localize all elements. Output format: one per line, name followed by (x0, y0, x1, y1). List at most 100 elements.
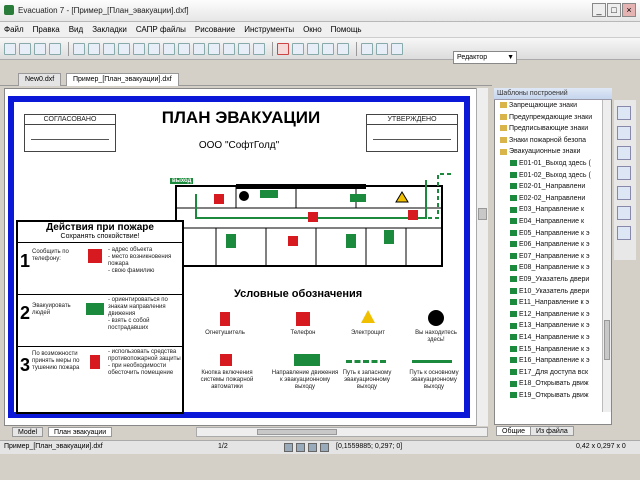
sign-icon (510, 276, 517, 283)
zoom-in-icon[interactable] (73, 42, 85, 55)
template-label: E17_Для доступа вск (519, 368, 589, 376)
template-item[interactable]: E02-01_Направлени (510, 183, 585, 190)
template-item[interactable]: E01-02_Выход здесь ( (510, 172, 591, 179)
rotate-icon[interactable] (148, 42, 160, 55)
template-item[interactable]: E08_Направление к э (510, 264, 590, 271)
menu-file[interactable]: Файл (4, 25, 24, 34)
tab-evacuation-plan[interactable]: Пример_[План_эвакуации].dxf (66, 73, 179, 86)
redo-icon[interactable] (376, 42, 388, 55)
cut-icon[interactable] (292, 42, 304, 55)
template-label: E08_Направление к э (519, 264, 590, 272)
template-item[interactable]: E10_Указатель двери (510, 288, 589, 295)
zoom-extents-icon[interactable] (118, 42, 130, 55)
sign-icon (510, 357, 517, 364)
snap-toggle-icon[interactable] (284, 443, 293, 452)
arrow-right-icon[interactable] (253, 42, 265, 55)
sign-icon (510, 287, 517, 294)
template-item[interactable]: E06_Направление к э (510, 241, 590, 248)
menu-cad-files[interactable]: САПР файлы (136, 25, 186, 34)
close-button[interactable]: × (622, 3, 636, 17)
templates-icon[interactable] (617, 106, 631, 120)
menu-view[interactable]: Вид (69, 25, 83, 34)
step1-text: Сообщить по телефону: (32, 249, 69, 262)
menu-help[interactable]: Помощь (331, 25, 362, 34)
blocks-panel-icon[interactable] (617, 166, 631, 180)
copy-icon[interactable] (307, 42, 319, 55)
zoom-out-icon[interactable] (88, 42, 100, 55)
panel-scrollbar[interactable] (602, 100, 611, 412)
delete-icon[interactable] (277, 42, 289, 55)
new-file-icon[interactable] (4, 42, 16, 55)
search-icon[interactable] (617, 206, 631, 220)
menu-bookmarks[interactable]: Закладки (92, 25, 127, 34)
template-group[interactable]: Знаки пожарной безопа (500, 137, 586, 144)
template-item[interactable]: E05_Направление к э (510, 230, 590, 237)
menu-tools[interactable]: Инструменты (244, 25, 294, 34)
scroll-thumb[interactable] (604, 320, 610, 360)
canvas-horizontal-scrollbar[interactable] (196, 427, 488, 437)
tab-evacuation-layout[interactable]: План эвакуации (48, 427, 113, 437)
legend-main-route-label: Путь к основному эвакуационному выходу (409, 370, 459, 390)
scroll-thumb[interactable] (478, 208, 487, 220)
zoom-previous-icon[interactable] (163, 42, 175, 55)
tab-general[interactable]: Общие (496, 426, 532, 436)
template-item[interactable]: E16_Направление к э (510, 357, 590, 364)
lineweight-toggle-icon[interactable] (320, 443, 329, 452)
template-group[interactable]: Эвакуационные знаки (500, 148, 580, 155)
template-item[interactable]: E01-01_Выход здесь ( (510, 160, 591, 167)
template-group[interactable]: Предписывающие знаки (500, 125, 588, 132)
layers-icon[interactable] (193, 42, 205, 55)
template-item[interactable]: E03_Направление к (510, 206, 584, 213)
maximize-button[interactable]: □ (607, 3, 621, 17)
template-group[interactable]: Запрещающие знаки (500, 102, 577, 109)
save-icon[interactable] (34, 42, 46, 55)
print-icon[interactable] (49, 42, 61, 55)
template-item[interactable]: E15_Направление к э (510, 346, 590, 353)
measure-icon[interactable] (178, 42, 190, 55)
legend-electric-panel-label: Электрощит (350, 330, 386, 336)
menu-window[interactable]: Окно (303, 25, 322, 34)
properties-icon[interactable] (208, 42, 220, 55)
template-item[interactable]: E17_Для доступа вск (510, 369, 588, 376)
template-item[interactable]: E13_Направление к э (510, 322, 590, 329)
ortho-toggle-icon[interactable] (308, 443, 317, 452)
edit-icon[interactable] (391, 42, 403, 55)
layout-combo[interactable]: Редактор ▼ (453, 51, 517, 64)
status-coordinates: [0,1559885; 0,297; 0] (336, 443, 403, 450)
canvas-vertical-scrollbar[interactable] (476, 88, 488, 426)
library-panel-icon[interactable] (617, 186, 631, 200)
pan-icon[interactable] (133, 42, 145, 55)
paste-icon[interactable] (322, 42, 334, 55)
scroll-thumb[interactable] (257, 429, 337, 435)
template-item[interactable]: E19_Открывать движ (510, 392, 589, 399)
menu-draw[interactable]: Рисование (195, 25, 235, 34)
tab-model[interactable]: Model (12, 427, 44, 437)
settings-icon[interactable] (617, 226, 631, 240)
layers-panel-icon[interactable] (617, 126, 631, 140)
minimize-button[interactable]: _ (592, 3, 606, 17)
template-label: E11_Направление к э (519, 299, 590, 307)
template-item[interactable]: E14_Направление к э (510, 334, 590, 341)
template-item[interactable]: E02-02_Направлени (510, 195, 585, 202)
template-item[interactable]: E12_Направление к э (510, 311, 590, 318)
snap-icon[interactable] (238, 42, 250, 55)
open-file-icon[interactable] (19, 42, 31, 55)
tab-from-file[interactable]: Из файла (530, 426, 574, 436)
template-label: Запрещающие знаки (509, 102, 578, 109)
template-item[interactable]: E09_Указатель двери (510, 276, 589, 283)
template-item[interactable]: E18_Открывать движ (510, 380, 589, 387)
template-group[interactable]: Предупреждающие знаки (500, 114, 592, 121)
template-item[interactable]: E11_Направление к э (510, 299, 589, 306)
paste-special-icon[interactable] (337, 42, 349, 55)
grid-icon[interactable] (223, 42, 235, 55)
zoom-window-icon[interactable] (103, 42, 115, 55)
tab-new0[interactable]: New0.dxf (18, 73, 62, 86)
approval-stamp-right: УТВЕРЖДЕНО (366, 114, 458, 152)
template-item[interactable]: E07_Направление к э (510, 253, 590, 260)
properties-panel-icon[interactable] (617, 146, 631, 160)
legend-phone-icon (296, 312, 310, 326)
undo-icon[interactable] (361, 42, 373, 55)
grid-toggle-icon[interactable] (296, 443, 305, 452)
menu-edit[interactable]: Правка (33, 25, 60, 34)
template-item[interactable]: E04_Направление к (510, 218, 584, 225)
